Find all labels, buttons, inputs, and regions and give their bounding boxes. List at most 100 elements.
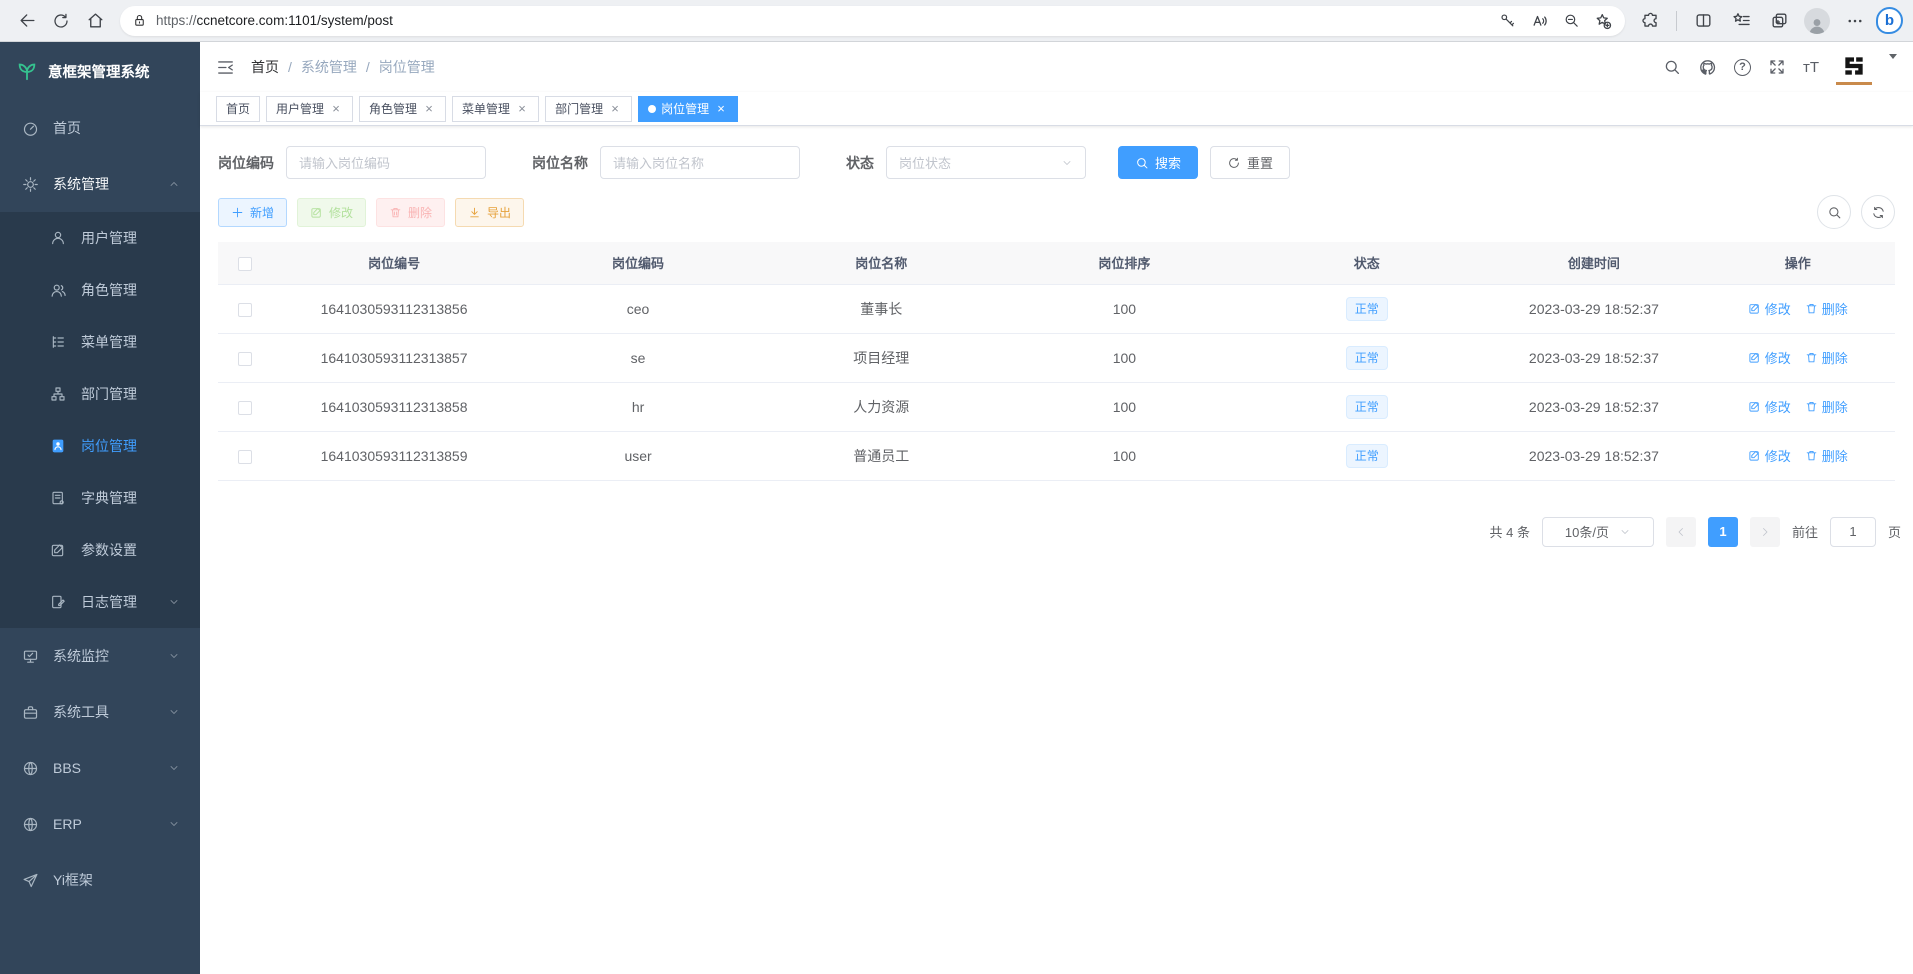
- sidebar-item-home[interactable]: 首页: [0, 100, 200, 156]
- help-icon[interactable]: ?: [1734, 59, 1751, 76]
- favorites-hub-icon[interactable]: [1724, 5, 1758, 37]
- breadcrumb-home[interactable]: 首页: [251, 57, 279, 77]
- sidebar-item-dictionaries[interactable]: 字典管理: [0, 472, 200, 524]
- row-edit-link[interactable]: 修改: [1748, 299, 1791, 318]
- sidebar-item-bbs[interactable]: BBS: [0, 740, 200, 796]
- profile-avatar[interactable]: [1800, 5, 1834, 37]
- font-size-icon[interactable]: тT: [1803, 59, 1819, 76]
- tab-user-management[interactable]: 用户管理 ×: [266, 96, 353, 122]
- row-delete-link[interactable]: 删除: [1805, 299, 1848, 318]
- gear-icon: [20, 176, 40, 193]
- header-search-icon[interactable]: [1663, 58, 1681, 76]
- sidebar-item-yi-framework[interactable]: Yi框架: [0, 852, 200, 908]
- row-checkbox[interactable]: [238, 303, 252, 317]
- table-row: 1641030593112313858 hr 人力资源 100 正常 2023-…: [218, 382, 1895, 431]
- sidebar-item-logs[interactable]: 日志管理: [0, 576, 200, 628]
- export-button[interactable]: 导出: [455, 198, 524, 227]
- edit-icon: [1748, 400, 1761, 413]
- sidebar-collapse-icon[interactable]: [216, 58, 235, 77]
- chevron-down-icon: [1619, 526, 1631, 538]
- pagination-total: 共 4 条: [1490, 522, 1530, 541]
- lock-icon[interactable]: [132, 13, 147, 28]
- close-icon[interactable]: ×: [608, 101, 622, 116]
- sidebar: 意框架管理系统 首页 系统管理 用户管理: [0, 42, 200, 974]
- breadcrumb-current: 岗位管理: [379, 57, 435, 77]
- fullscreen-icon[interactable]: [1768, 58, 1786, 76]
- avatar-caret-icon[interactable]: [1889, 59, 1897, 75]
- browser-home-button[interactable]: [78, 5, 112, 37]
- dictionary-book-icon: [48, 490, 68, 506]
- sidebar-item-tools[interactable]: 系统工具: [0, 684, 200, 740]
- toggle-search-button[interactable]: [1817, 195, 1851, 229]
- tab-post-management[interactable]: 岗位管理 ×: [638, 96, 738, 122]
- edit-button[interactable]: 修改: [297, 198, 366, 227]
- globe-icon: [20, 816, 40, 833]
- row-edit-link[interactable]: 修改: [1748, 397, 1791, 416]
- reset-button[interactable]: 重置: [1210, 146, 1290, 179]
- tab-group-add-icon[interactable]: [1762, 5, 1796, 37]
- row-delete-link[interactable]: 删除: [1805, 446, 1848, 465]
- browser-toolbar: https://ccnetcore.com:1101/system/post: [0, 0, 1913, 42]
- next-page-button[interactable]: [1750, 517, 1780, 547]
- row-edit-link[interactable]: 修改: [1748, 348, 1791, 367]
- post-code-input[interactable]: 请输入岗位编码: [286, 146, 486, 179]
- add-button[interactable]: 新增: [218, 198, 287, 227]
- table-row: 1641030593112313859 user 普通员工 100 正常 202…: [218, 431, 1895, 480]
- split-screen-icon[interactable]: [1686, 5, 1720, 37]
- plus-icon: [231, 206, 244, 219]
- password-key-icon[interactable]: [1493, 8, 1521, 34]
- row-checkbox[interactable]: [238, 401, 252, 415]
- add-favorite-star-icon[interactable]: [1589, 8, 1617, 34]
- chevron-down-icon: [168, 706, 180, 718]
- browser-back-button[interactable]: [10, 5, 44, 37]
- sidebar-item-menus[interactable]: 菜单管理: [0, 316, 200, 368]
- bing-chat-icon[interactable]: b: [1876, 7, 1903, 34]
- row-checkbox[interactable]: [238, 450, 252, 464]
- close-icon[interactable]: ×: [714, 101, 728, 116]
- user-avatar-logo[interactable]: [1836, 49, 1872, 85]
- goto-page-input[interactable]: 1: [1830, 517, 1876, 547]
- search-button[interactable]: 搜索: [1118, 146, 1198, 179]
- row-checkbox[interactable]: [238, 352, 252, 366]
- sidebar-item-roles[interactable]: 角色管理: [0, 264, 200, 316]
- browser-refresh-button[interactable]: [44, 5, 78, 37]
- prev-page-button[interactable]: [1666, 517, 1696, 547]
- tab-home[interactable]: 首页: [216, 96, 260, 122]
- page-number-button[interactable]: 1: [1708, 517, 1738, 547]
- address-bar[interactable]: https://ccnetcore.com:1101/system/post: [120, 6, 1625, 36]
- row-delete-link[interactable]: 删除: [1805, 348, 1848, 367]
- zoom-out-icon[interactable]: [1557, 8, 1585, 34]
- status-select[interactable]: 岗位状态: [886, 146, 1086, 179]
- row-delete-link[interactable]: 删除: [1805, 397, 1848, 416]
- sidebar-item-users[interactable]: 用户管理: [0, 212, 200, 264]
- tab-department-management[interactable]: 部门管理 ×: [545, 96, 632, 122]
- sidebar-item-system[interactable]: 系统管理: [0, 156, 200, 212]
- github-icon[interactable]: [1698, 58, 1717, 77]
- sidebar-item-monitor[interactable]: 系统监控: [0, 628, 200, 684]
- browser-settings-menu-icon[interactable]: [1838, 5, 1872, 37]
- refresh-table-button[interactable]: [1861, 195, 1895, 229]
- status-badge: 正常: [1346, 444, 1388, 468]
- tab-role-management[interactable]: 角色管理 ×: [359, 96, 446, 122]
- post-name-input[interactable]: 请输入岗位名称: [600, 146, 800, 179]
- sidebar-item-parameters[interactable]: 参数设置: [0, 524, 200, 576]
- col-post-sort: 岗位排序: [1003, 242, 1246, 284]
- chevron-down-icon: [1061, 157, 1073, 169]
- sidebar-item-departments[interactable]: 部门管理: [0, 368, 200, 420]
- extensions-icon[interactable]: [1633, 5, 1667, 37]
- sidebar-item-posts[interactable]: 岗位管理: [0, 420, 200, 472]
- select-all-checkbox[interactable]: [238, 257, 252, 271]
- sidebar-item-erp[interactable]: ERP: [0, 796, 200, 852]
- breadcrumb-system[interactable]: 系统管理: [301, 57, 357, 77]
- close-icon[interactable]: ×: [515, 101, 529, 116]
- row-edit-link[interactable]: 修改: [1748, 446, 1791, 465]
- tab-menu-management[interactable]: 菜单管理 ×: [452, 96, 539, 122]
- close-icon[interactable]: ×: [422, 101, 436, 116]
- app-logo: 意框架管理系统: [0, 42, 200, 100]
- col-post-id: 岗位编号: [272, 242, 517, 284]
- close-icon[interactable]: ×: [329, 101, 343, 116]
- delete-button[interactable]: 删除: [376, 198, 445, 227]
- read-aloud-icon[interactable]: [1525, 8, 1553, 34]
- posts-table: 岗位编号 岗位编码 岗位名称 岗位排序 状态 创建时间 操作 164103059…: [218, 242, 1895, 481]
- page-size-select[interactable]: 10条/页: [1542, 517, 1654, 547]
